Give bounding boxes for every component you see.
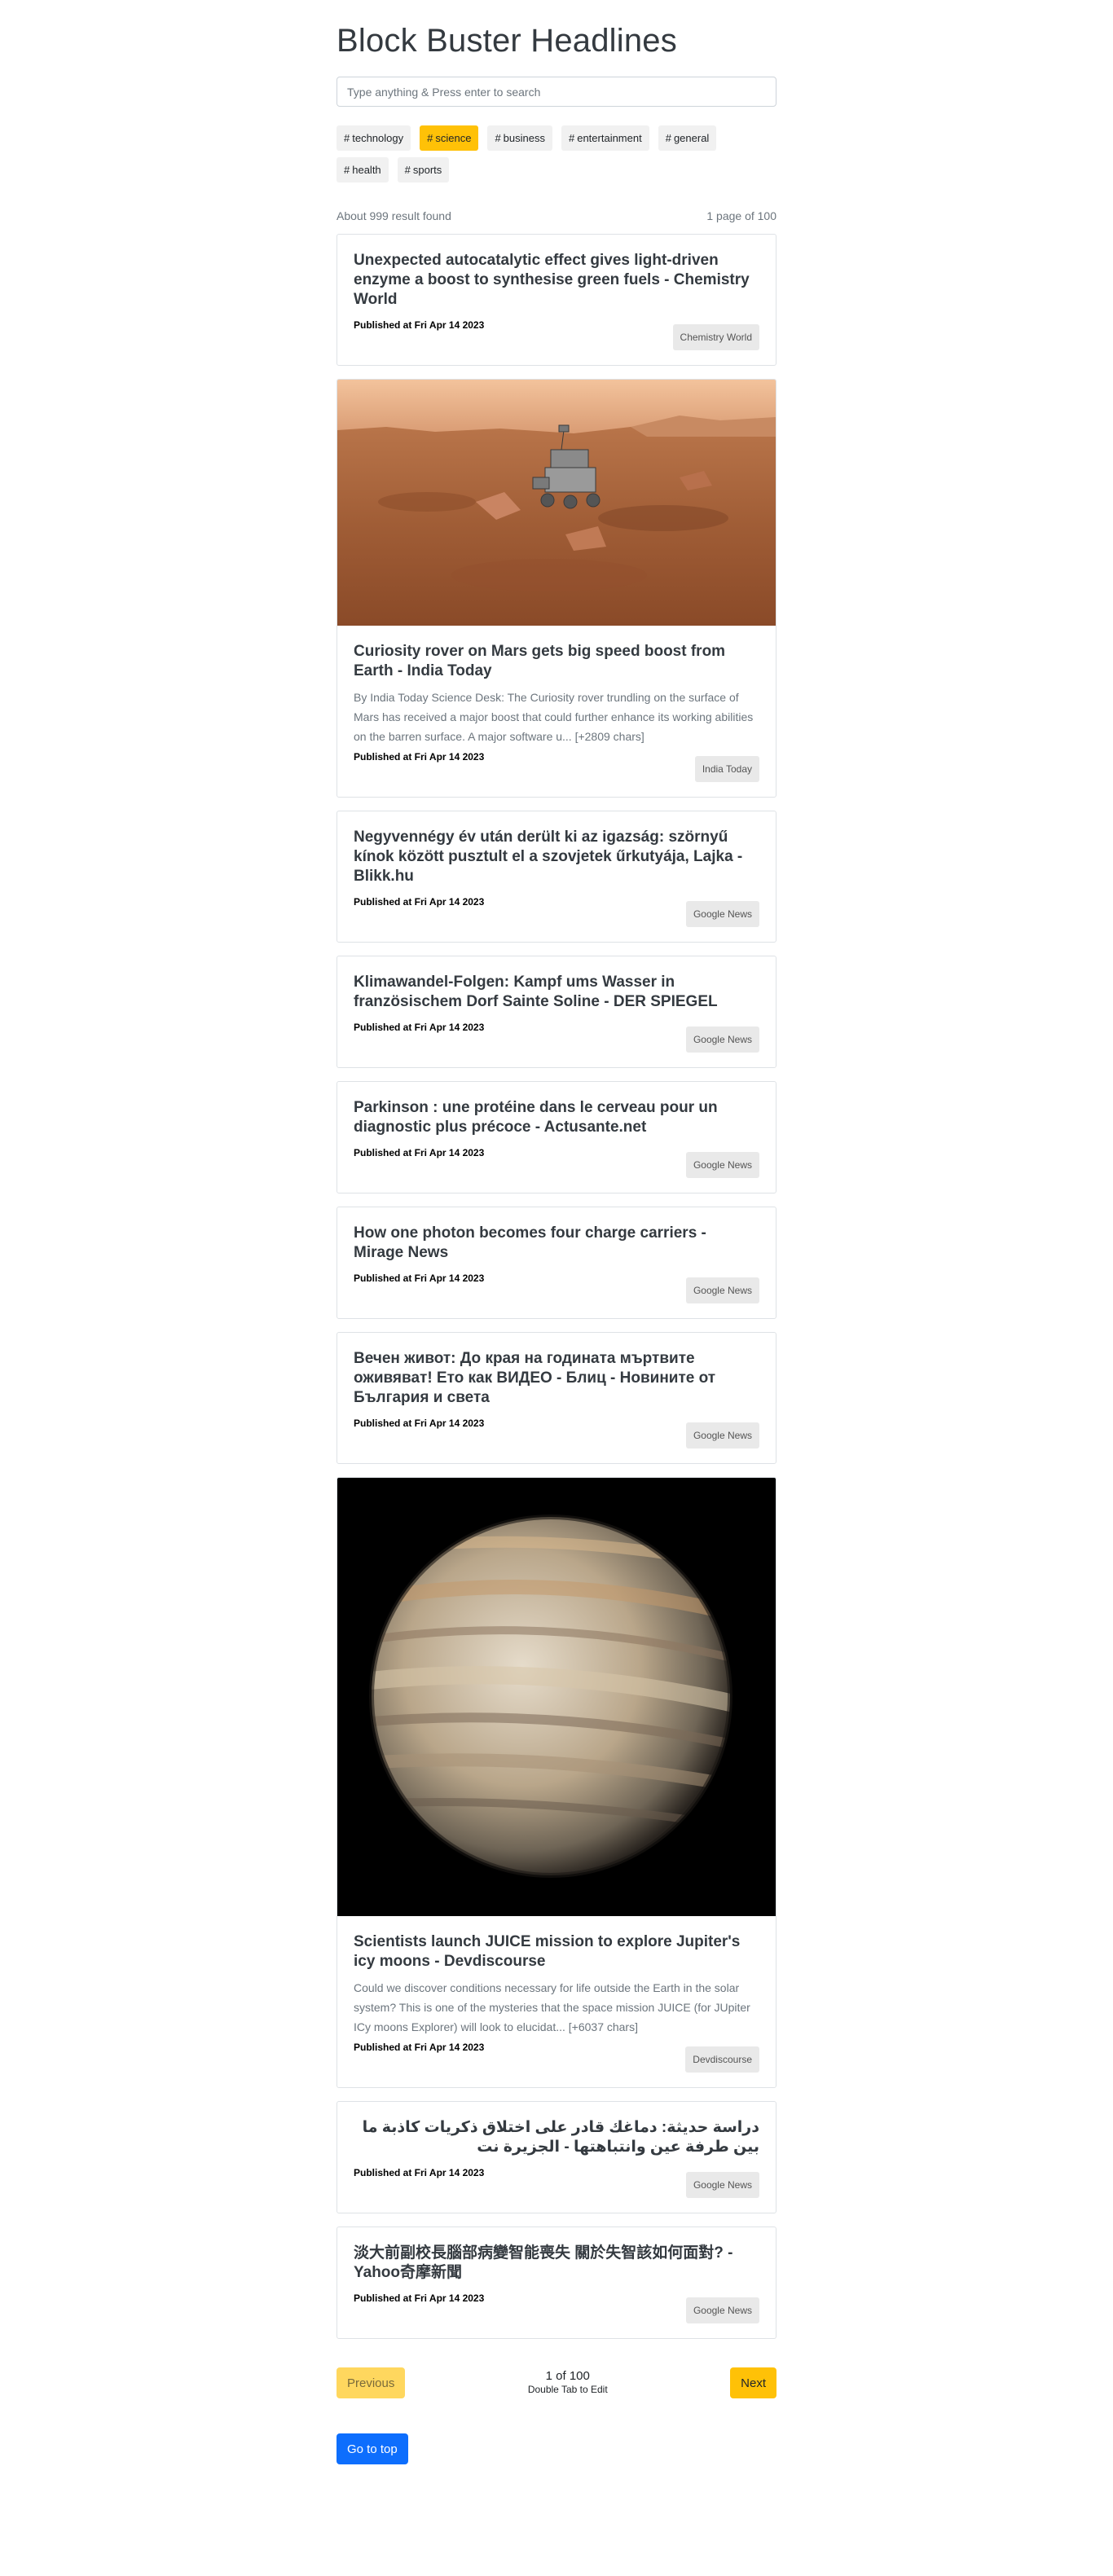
- source-badge: Google News: [685, 1277, 759, 1303]
- main-container: Block Buster Headlines #technology #scie…: [337, 0, 776, 2481]
- article-title[interactable]: How one photon becomes four charge carri…: [354, 1224, 759, 1263]
- published-date: Published at Fri Apr 14 2023: [354, 2042, 485, 2053]
- tag-entertainment[interactable]: # entertainment: [561, 125, 649, 151]
- source-badge: Google News: [685, 901, 759, 927]
- pagination: Previous 1 of 100 Double Tab to Edit Nex…: [337, 2367, 776, 2398]
- article-body: Parkinson : une protéine dans le cerveau…: [337, 1082, 776, 1193]
- hash-icon: #: [344, 164, 350, 176]
- article-card[interactable]: Klimawandel-Folgen: Kampf ums Wasser in …: [337, 956, 776, 1068]
- article-title[interactable]: Parkinson : une protéine dans le cerveau…: [354, 1098, 759, 1137]
- page-hint: Double Tab to Edit: [527, 2384, 608, 2395]
- article-card[interactable]: Scientists launch JUICE mission to explo…: [337, 1477, 776, 2088]
- category-tags: # technology # science # business # entertai…: [337, 125, 760, 189]
- next-button[interactable]: Next: [730, 2367, 776, 2398]
- article-footer: Published at Fri Apr 14 2023 Google News: [354, 2289, 759, 2323]
- published-date: Published at Fri Apr 14 2023: [354, 896, 485, 908]
- tag-label: science: [435, 132, 472, 144]
- tag-science[interactable]: # science: [420, 125, 479, 151]
- tag-label: sports: [412, 164, 442, 176]
- page-count: 1 of 100: [545, 2369, 590, 2383]
- article-footer: Published at Fri Apr 14 2023 Google News: [354, 1144, 759, 1178]
- hash-icon: #: [665, 132, 671, 144]
- article-footer: Published at Fri Apr 14 2023 Google News: [354, 1269, 759, 1303]
- source-badge: Google News: [685, 1422, 759, 1448]
- article-title[interactable]: 淡大前副校長腦部病變智能喪失 關於失智該如何面對? - Yahoo奇摩新聞: [354, 2244, 759, 2283]
- results-count: About 999 result found: [337, 209, 451, 222]
- article-body: Unexpected autocatalytic effect gives li…: [337, 235, 776, 365]
- article-title[interactable]: دراسة حديثة: دماغك قادر على اختلاق ذكريا…: [354, 2118, 759, 2157]
- article-body: دراسة حديثة: دماغك قادر على اختلاق ذكريا…: [337, 2102, 776, 2213]
- article-footer: Published at Fri Apr 14 2023 Devdiscours…: [354, 2038, 759, 2073]
- article-description: By India Today Science Desk: The Curiosi…: [354, 691, 754, 743]
- tag-label: technology: [352, 132, 404, 144]
- published-date: Published at Fri Apr 14 2023: [354, 1147, 485, 1158]
- published-date: Published at Fri Apr 14 2023: [354, 2167, 485, 2178]
- hash-icon: #: [427, 132, 433, 144]
- article-title[interactable]: Scientists launch JUICE mission to explo…: [354, 1932, 759, 1972]
- jupiter-image: [337, 1478, 776, 1916]
- tag-label: entertainment: [577, 132, 642, 144]
- article-card[interactable]: 淡大前副校長腦部病變智能喪失 關於失智該如何面對? - Yahoo奇摩新聞 Pu…: [337, 2227, 776, 2339]
- article-title[interactable]: Unexpected autocatalytic effect gives li…: [354, 251, 759, 310]
- hash-icon: #: [344, 132, 350, 144]
- article-body: Вечен живот: До края на годината мъртвит…: [337, 1333, 776, 1463]
- source-badge: India Today: [694, 756, 759, 782]
- tag-general[interactable]: # general: [658, 125, 717, 151]
- article-body: Klimawandel-Folgen: Kampf ums Wasser in …: [337, 956, 776, 1067]
- hash-icon: #: [404, 164, 411, 176]
- article-card[interactable]: دراسة حديثة: دماغك قادر على اختلاق ذكريا…: [337, 2101, 776, 2213]
- published-date: Published at Fri Apr 14 2023: [354, 319, 485, 331]
- article-body: How one photon becomes four charge carri…: [337, 1207, 776, 1318]
- article-body: Curiosity rover on Mars gets big speed b…: [337, 626, 776, 797]
- article-card[interactable]: Parkinson : une protéine dans le cerveau…: [337, 1081, 776, 1193]
- article-card[interactable]: Unexpected autocatalytic effect gives li…: [337, 234, 776, 366]
- published-date: Published at Fri Apr 14 2023: [354, 1273, 485, 1284]
- source-badge: Google News: [685, 1026, 759, 1053]
- article-footer: Published at Fri Apr 14 2023 India Today: [354, 748, 759, 782]
- article-description: Could we discover conditions necessary f…: [354, 1981, 750, 2033]
- article-footer: Published at Fri Apr 14 2023 Google News: [354, 1018, 759, 1053]
- article-footer: Published at Fri Apr 14 2023 Chemistry W…: [354, 316, 759, 350]
- article-card[interactable]: Curiosity rover on Mars gets big speed b…: [337, 379, 776, 798]
- mars-rover-image: [337, 380, 776, 626]
- published-date: Published at Fri Apr 14 2023: [354, 1022, 485, 1033]
- results-meta: About 999 result found 1 page of 100: [337, 209, 776, 226]
- tag-label: general: [673, 132, 710, 144]
- article-title[interactable]: Klimawandel-Folgen: Kampf ums Wasser in …: [354, 973, 759, 1012]
- article-footer: Published at Fri Apr 14 2023 Google News: [354, 2164, 759, 2198]
- source-badge: Google News: [685, 1152, 759, 1178]
- published-date: Published at Fri Apr 14 2023: [354, 2292, 485, 2304]
- article-title[interactable]: Вечен живот: До края на годината мъртвит…: [354, 1349, 759, 1408]
- article-body: 淡大前副校長腦部病變智能喪失 關於失智該如何面對? - Yahoo奇摩新聞 Pu…: [337, 2227, 776, 2338]
- article-body: Negyvennégy év után derült ki az igazság…: [337, 811, 776, 942]
- source-badge: Google News: [685, 2172, 759, 2198]
- tag-technology[interactable]: # technology: [337, 125, 411, 151]
- hash-icon: #: [568, 132, 575, 144]
- source-badge: Chemistry World: [672, 324, 759, 350]
- page-info[interactable]: 1 of 100 Double Tab to Edit: [528, 2370, 608, 2396]
- article-body: Scientists launch JUICE mission to explo…: [337, 1916, 776, 2087]
- article-card[interactable]: How one photon becomes four charge carri…: [337, 1207, 776, 1319]
- tag-health[interactable]: # health: [337, 157, 389, 182]
- search-input[interactable]: [337, 77, 776, 107]
- article-title[interactable]: Negyvennégy év után derült ki az igazság…: [354, 828, 759, 886]
- published-date: Published at Fri Apr 14 2023: [354, 1418, 485, 1429]
- tag-label: health: [352, 164, 381, 176]
- results-page: 1 page of 100: [706, 209, 776, 222]
- published-date: Published at Fri Apr 14 2023: [354, 751, 485, 763]
- article-title[interactable]: Curiosity rover on Mars gets big speed b…: [354, 642, 759, 681]
- tag-sports[interactable]: # sports: [397, 157, 450, 182]
- article-card[interactable]: Вечен живот: До края на годината мъртвит…: [337, 1332, 776, 1464]
- previous-button[interactable]: Previous: [337, 2367, 406, 2398]
- tag-business[interactable]: # business: [487, 125, 552, 151]
- source-badge: Google News: [685, 2297, 759, 2323]
- page-title: Block Buster Headlines: [337, 23, 677, 59]
- article-footer: Published at Fri Apr 14 2023 Google News: [354, 1414, 759, 1448]
- tag-label: business: [503, 132, 545, 144]
- source-badge: Devdiscourse: [685, 2046, 759, 2073]
- hash-icon: #: [495, 132, 501, 144]
- article-card[interactable]: Negyvennégy év után derült ki az igazság…: [337, 811, 776, 943]
- go-to-top-button[interactable]: Go to top: [337, 2433, 408, 2464]
- article-footer: Published at Fri Apr 14 2023 Google News: [354, 893, 759, 927]
